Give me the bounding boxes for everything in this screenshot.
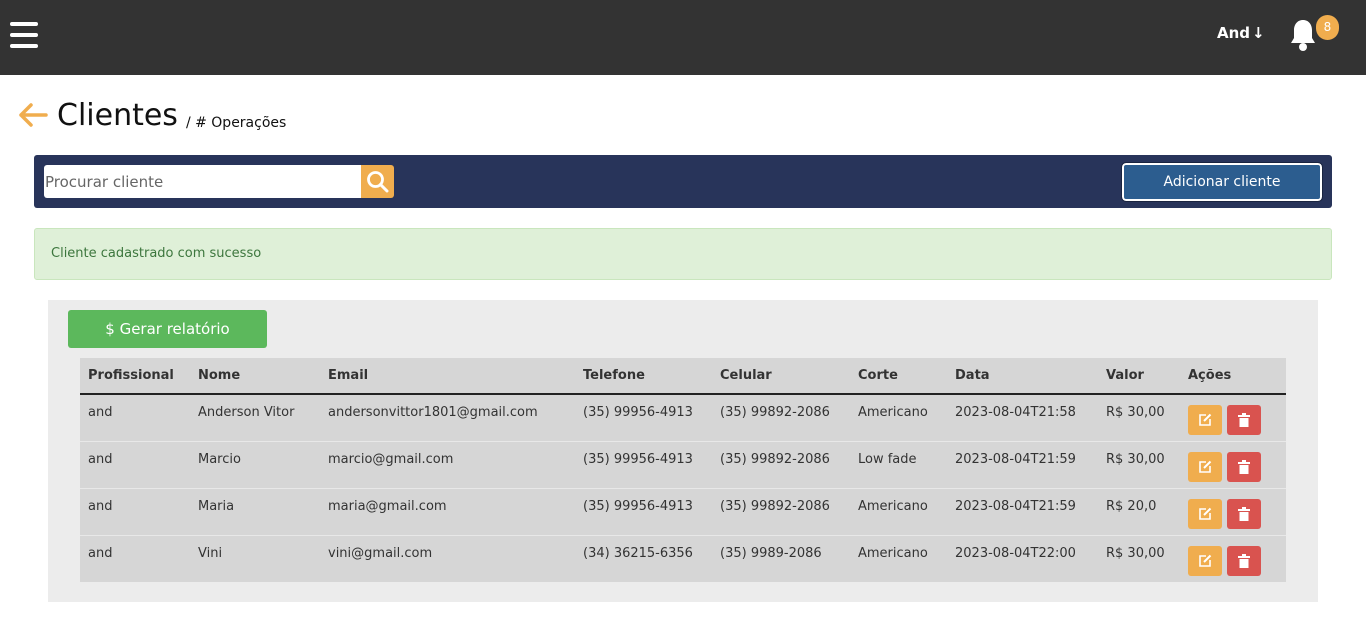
cell-corte: Low fade — [850, 440, 947, 488]
cell-data: 2023-08-04T21:59 — [947, 487, 1098, 535]
arrow-down-icon: ↓ — [1252, 24, 1265, 42]
cell-nome: Marcio — [190, 440, 320, 488]
page-title: Clientes — [57, 98, 178, 133]
col-acoes: Ações — [1180, 358, 1286, 395]
cell-acoes — [1180, 534, 1286, 582]
col-valor: Valor — [1098, 358, 1180, 395]
search-icon — [367, 171, 389, 193]
cell-acoes — [1180, 394, 1286, 441]
table-row: and Maria maria@gmail.com (35) 99956-491… — [80, 487, 1286, 535]
trash-icon — [1238, 459, 1250, 474]
cell-valor: R$ 30,00 — [1098, 440, 1180, 488]
cell-corte: Americano — [850, 487, 947, 535]
cell-nome: Maria — [190, 487, 320, 535]
cell-telefone: (35) 99956-4913 — [575, 487, 712, 535]
page-header: Clientes / # Operações — [18, 98, 286, 134]
cell-email: maria@gmail.com — [320, 487, 575, 535]
col-data: Data — [947, 358, 1098, 395]
cell-nome: Vini — [190, 534, 320, 582]
search-input[interactable] — [44, 165, 362, 198]
user-menu[interactable]: And ↓ — [1217, 24, 1265, 42]
edit-button[interactable] — [1188, 545, 1222, 576]
table-row: and Vini vini@gmail.com (34) 36215-6356 … — [80, 534, 1286, 582]
client-toolbar: Adicionar cliente — [34, 155, 1332, 208]
cell-valor: R$ 30,00 — [1098, 534, 1180, 582]
cell-valor: R$ 20,0 — [1098, 487, 1180, 535]
cell-email: vini@gmail.com — [320, 534, 575, 582]
top-navbar: And ↓ 8 — [0, 0, 1366, 75]
hamburger-menu-icon[interactable] — [10, 22, 38, 48]
edit-icon — [1199, 460, 1212, 473]
cell-acoes — [1180, 487, 1286, 535]
edit-button[interactable] — [1188, 405, 1222, 435]
cell-telefone: (35) 99956-4913 — [583, 405, 693, 420]
delete-button[interactable] — [1227, 498, 1261, 529]
trash-icon — [1238, 413, 1250, 427]
cell-celular: (35) 99892-2086 — [712, 487, 850, 535]
table-row: and Marcio marcio@gmail.com (35) 99956-4… — [80, 440, 1286, 488]
cell-telefone: (35) 99956-4913 — [575, 440, 712, 488]
cell-valor: R$ 30,00 — [1106, 405, 1165, 420]
col-profissional: Profissional — [80, 358, 190, 395]
clients-table: Profissional Nome Email Telefone Celular… — [80, 358, 1286, 582]
back-arrow-icon[interactable] — [18, 102, 48, 128]
cell-nome: Anderson Vitor — [198, 405, 295, 420]
col-celular: Celular — [712, 358, 850, 395]
alert-message: Cliente cadastrado com sucesso — [51, 246, 262, 261]
cell-profissional: and — [80, 440, 190, 488]
cell-corte: Americano — [858, 405, 928, 420]
cell-corte: Americano — [850, 534, 947, 582]
cell-email: marcio@gmail.com — [320, 440, 575, 488]
generate-report-button[interactable]: $ Gerar relatório — [68, 310, 267, 348]
col-nome: Nome — [190, 358, 320, 395]
cell-celular: (35) 99892-2086 — [720, 405, 830, 420]
cell-profissional: and — [80, 534, 190, 582]
edit-icon — [1199, 507, 1212, 520]
edit-button[interactable] — [1188, 498, 1222, 529]
col-corte: Corte — [850, 358, 947, 395]
success-alert: Cliente cadastrado com sucesso — [34, 228, 1332, 280]
trash-icon — [1238, 506, 1250, 521]
cell-telefone: (34) 36215-6356 — [575, 534, 712, 582]
trash-icon — [1238, 553, 1250, 568]
add-client-button[interactable]: Adicionar cliente — [1121, 162, 1323, 202]
delete-button[interactable] — [1227, 545, 1261, 576]
user-menu-label: And — [1217, 24, 1251, 42]
table-row: and Anderson Vitor andersonvittor1801@gm… — [80, 394, 1286, 441]
edit-icon — [1199, 554, 1212, 567]
cell-profissional: and — [80, 487, 190, 535]
cell-data: 2023-08-04T22:00 — [947, 534, 1098, 582]
delete-button[interactable] — [1227, 451, 1261, 482]
cell-celular: (35) 99892-2086 — [712, 440, 850, 488]
cell-celular: (35) 9989-2086 — [712, 534, 850, 582]
edit-icon — [1199, 413, 1212, 426]
cell-data: 2023-08-04T21:59 — [947, 440, 1098, 488]
cell-data: 2023-08-04T21:58 — [955, 405, 1076, 420]
cell-profissional: and — [88, 405, 113, 420]
table-header-row: Profissional Nome Email Telefone Celular… — [80, 358, 1286, 395]
bell-icon[interactable] — [1288, 18, 1318, 52]
cell-acoes — [1180, 440, 1286, 488]
clients-panel: $ Gerar relatório Profissional Nome Emai… — [48, 300, 1318, 602]
breadcrumb: / # Operações — [185, 115, 287, 131]
cell-email: andersonvittor1801@gmail.com — [328, 405, 538, 420]
col-telefone: Telefone — [575, 358, 712, 395]
col-email: Email — [320, 358, 575, 395]
notification-badge: 8 — [1316, 15, 1339, 40]
search-button[interactable] — [361, 165, 394, 198]
edit-button[interactable] — [1188, 451, 1222, 482]
delete-button[interactable] — [1227, 405, 1261, 435]
